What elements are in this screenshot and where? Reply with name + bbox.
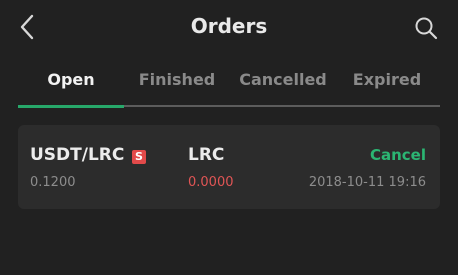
app-header: Orders xyxy=(0,0,458,56)
page-title: Orders xyxy=(190,14,268,38)
order-price: 0.1200 xyxy=(30,175,76,190)
order-status-tabs: Open Finished Cancelled Expired xyxy=(18,64,440,108)
tab-expired[interactable]: Expired xyxy=(334,64,440,104)
tab-finished[interactable]: Finished xyxy=(124,64,230,104)
cancel-order-button[interactable]: Cancel xyxy=(370,146,426,164)
order-card[interactable]: USDT/LRC S 0.1200 LRC 0.0000 Cancel 2018… xyxy=(18,125,440,209)
token-symbol: LRC xyxy=(188,145,225,165)
search-button[interactable] xyxy=(410,11,442,45)
order-timestamp: 2018-10-11 19:16 xyxy=(308,175,426,190)
trading-pair: USDT/LRC xyxy=(30,145,125,165)
active-tab-indicator xyxy=(18,105,124,108)
search-icon xyxy=(415,17,438,40)
tab-open[interactable]: Open xyxy=(18,64,124,104)
sell-badge: S xyxy=(132,150,146,164)
tab-cancelled[interactable]: Cancelled xyxy=(230,64,336,104)
filled-amount: 0.0000 xyxy=(188,175,234,190)
